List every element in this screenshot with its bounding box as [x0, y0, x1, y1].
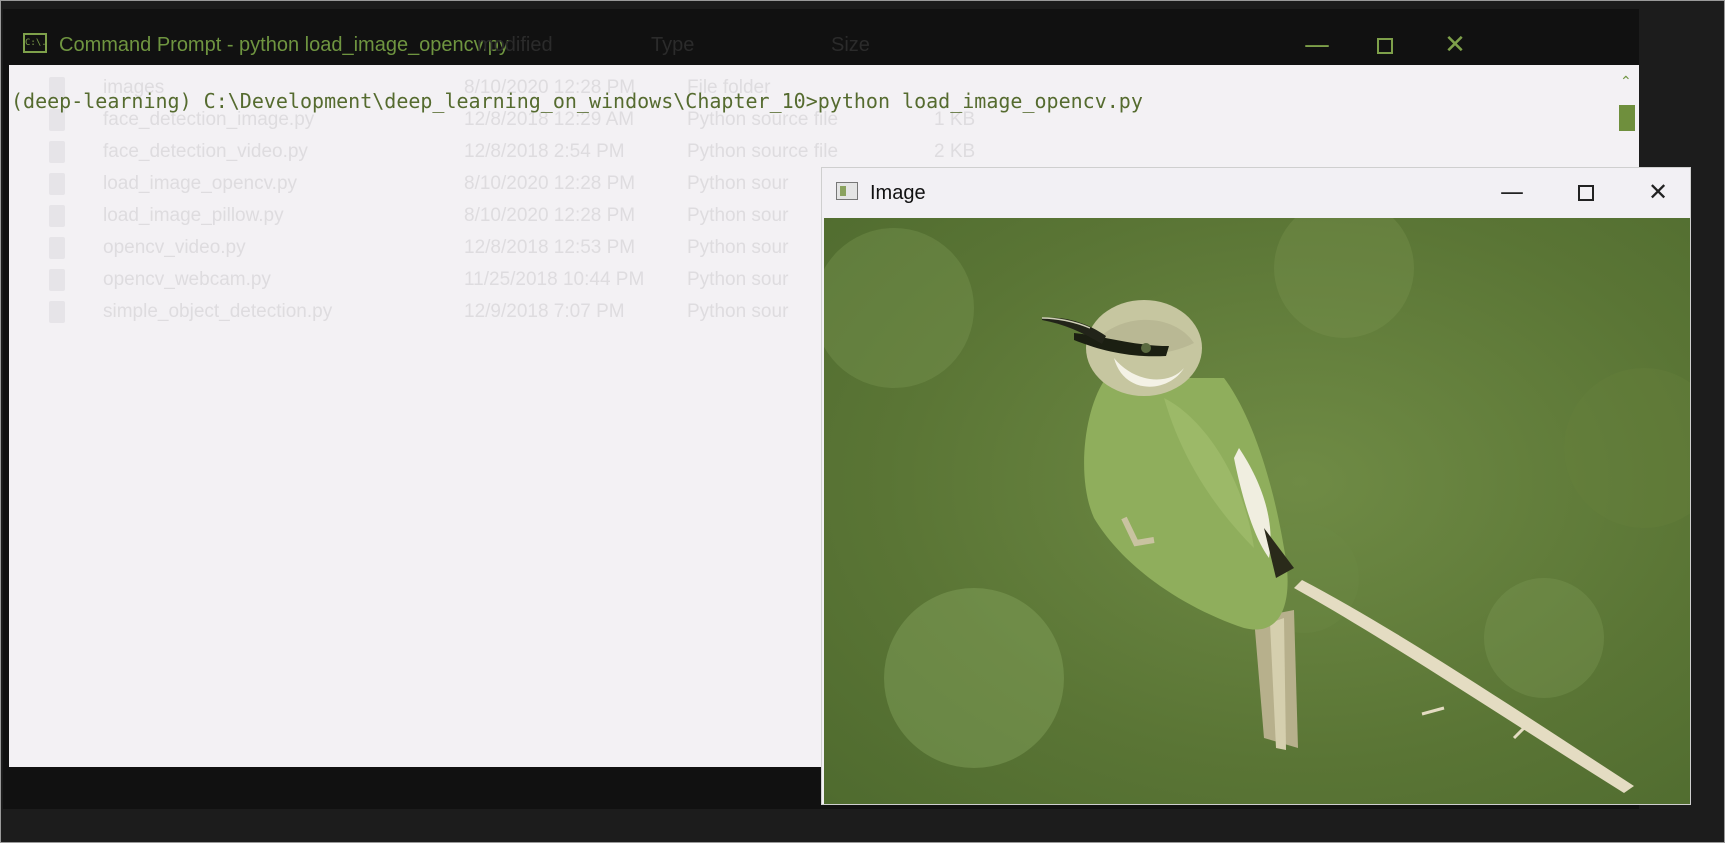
maximize-icon: [1578, 185, 1594, 201]
maximize-button[interactable]: [1357, 27, 1413, 63]
ghost-file-name: face_detection_video.py: [103, 141, 308, 162]
command-prompt-icon: C:\.: [23, 33, 47, 53]
ghost-file-date: 12/8/2018 12:53 PM: [464, 237, 636, 258]
ghost-file-date: 8/10/2020 12:28 PM: [464, 173, 636, 194]
close-button[interactable]: ✕: [1427, 27, 1483, 63]
image-minimize-button[interactable]: —: [1482, 174, 1542, 210]
image-window: Image — ✕: [821, 167, 1691, 805]
image-close-button[interactable]: ✕: [1628, 174, 1688, 210]
ghost-file-type: Python sour: [687, 173, 789, 194]
file-icon: [49, 173, 65, 195]
minimize-icon: —: [1304, 30, 1330, 60]
ghost-file-name: load_image_pillow.py: [103, 205, 284, 226]
ghost-column-type: Type: [651, 34, 695, 56]
ghost-column-size: Size: [831, 34, 870, 56]
ghost-file-date: 12/9/2018 7:07 PM: [464, 301, 625, 322]
minimize-icon: —: [1500, 178, 1524, 206]
ghost-file-type: Python sour: [687, 205, 789, 226]
ghost-file-name: opencv_video.py: [103, 237, 246, 258]
ghost-file-date: 8/10/2020 12:28 PM: [464, 205, 636, 226]
ghost-file-type: Python sour: [687, 269, 789, 290]
screenshot-frame: C:\. Command Prompt - python load_image_…: [0, 0, 1725, 843]
command-prompt-titlebar[interactable]: C:\. Command Prompt - python load_image_…: [3, 9, 1639, 60]
ghost-file-date: 11/25/2018 10:44 PM: [464, 269, 645, 290]
minimize-button[interactable]: —: [1289, 27, 1345, 63]
file-icon: [49, 205, 65, 227]
ghost-file-name: opencv_webcam.py: [103, 269, 271, 290]
file-icon: [49, 269, 65, 291]
file-icon: [49, 237, 65, 259]
close-icon: ✕: [1647, 178, 1669, 206]
image-window-icon: [836, 182, 858, 200]
ghost-file-name: load_image_opencv.py: [103, 173, 298, 194]
ghost-file-date: 12/8/2018 2:54 PM: [464, 141, 625, 162]
maximize-icon: [1377, 37, 1393, 54]
close-icon: ✕: [1444, 30, 1466, 60]
ghost-file-size: 2 KB: [934, 141, 976, 162]
image-maximize-button[interactable]: [1556, 174, 1616, 210]
scroll-up-icon[interactable]: ⌃: [1620, 73, 1632, 90]
file-icon: [49, 141, 65, 163]
image-window-titlebar[interactable]: Image — ✕: [822, 168, 1690, 216]
file-icon: [49, 301, 65, 323]
command-prompt-title: Command Prompt - python load_image_openc…: [59, 34, 509, 56]
bee-eater-bird-photo: [824, 218, 1690, 804]
command-line: (deep-learning) C:\Development\deep_lear…: [11, 89, 1143, 113]
ghost-explorer-row: face_detection_video.py 12/8/2018 2:54 P…: [39, 137, 1039, 167]
ghost-file-type: Python source file: [687, 141, 839, 162]
bird-image: [824, 218, 1690, 804]
image-window-title: Image: [870, 182, 926, 204]
scrollbar-thumb[interactable]: [1619, 105, 1635, 131]
ghost-file-name: simple_object_detection.py: [103, 301, 333, 322]
ghost-column-modified: modified: [477, 34, 553, 56]
ghost-file-type: Python sour: [687, 301, 789, 322]
ghost-file-type: Python sour: [687, 237, 789, 258]
